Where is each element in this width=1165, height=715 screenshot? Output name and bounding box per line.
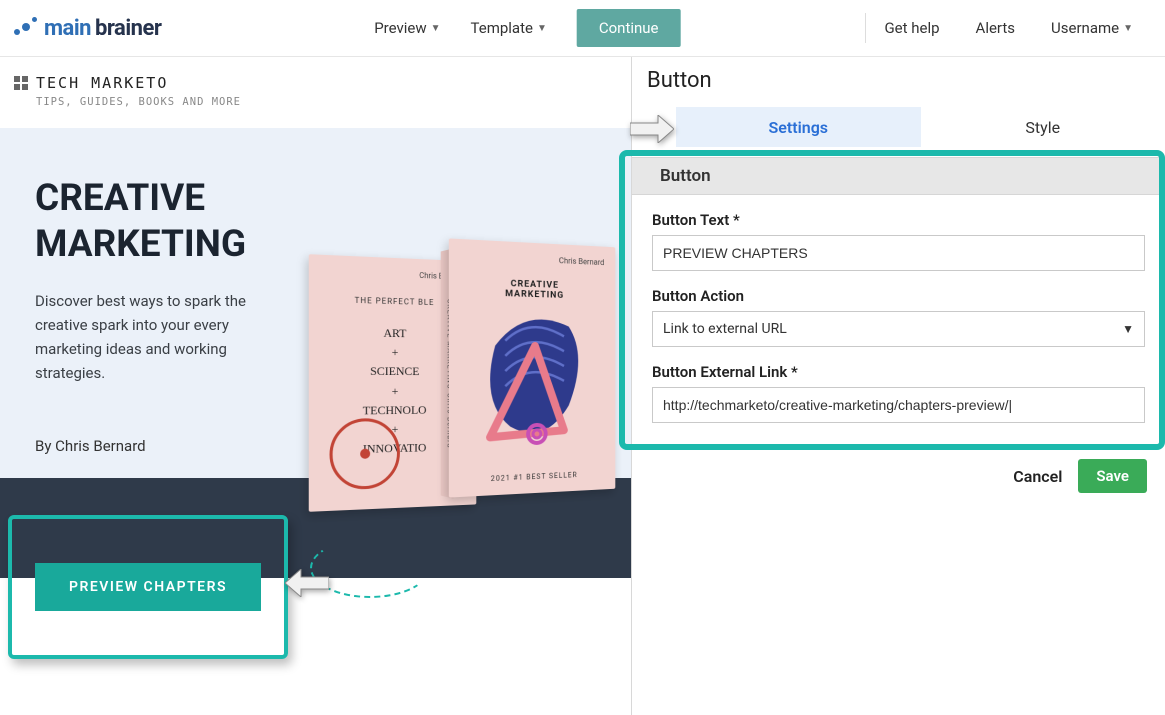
save-button[interactable]: Save [1078, 459, 1147, 493]
select-value: Link to external URL [663, 321, 787, 337]
caret-down-icon: ▼ [537, 23, 547, 34]
caret-down-icon: ▼ [1122, 322, 1134, 336]
settings-form: Button Button Text * Button Action Link … [632, 157, 1165, 437]
caret-down-icon: ▼ [431, 23, 441, 34]
tab-settings[interactable]: Settings [676, 107, 921, 147]
template-label: Template [471, 19, 533, 37]
tab-style[interactable]: Style [921, 107, 1165, 147]
get-help-link[interactable]: Get help [866, 15, 957, 41]
book1-heading: THE PERFECT BLE [355, 296, 435, 307]
username-dropdown[interactable]: Username ▼ [1033, 15, 1151, 41]
label-button-link: Button External Link * [652, 363, 1145, 381]
input-button-text[interactable] [652, 235, 1145, 271]
select-button-action[interactable]: Link to external URL ▼ [652, 311, 1145, 347]
panel-title: Button [632, 57, 1165, 107]
logo[interactable]: mainbrainer [14, 16, 161, 41]
hero-author: By Chris Bernard [35, 437, 290, 455]
username-label: Username [1051, 19, 1119, 37]
input-button-link[interactable] [652, 387, 1145, 423]
section-heading-button: Button [632, 157, 1165, 195]
preview-chapters-button[interactable]: PREVIEW CHAPTERS [35, 563, 261, 611]
book2-bestseller: 2021 #1 BEST SELLER [491, 471, 578, 483]
book2-title: CREATIVEMARKETING [505, 279, 564, 301]
main-area: TECH MARKETO TIPS, GUIDES, BOOKS AND MOR… [0, 57, 1165, 715]
caret-down-icon: ▼ [1123, 23, 1133, 34]
top-nav-center: Preview ▼ Template ▼ Continue [374, 9, 680, 47]
panel-tabs: Settings Style [632, 107, 1165, 147]
properties-panel: Button Settings Style Button Button Text… [632, 57, 1165, 715]
label-button-text: Button Text * [652, 211, 1145, 229]
logo-dots-icon [14, 17, 40, 39]
template-dropdown[interactable]: Template ▼ [471, 19, 547, 37]
hero-title: CREATIVE MARKETING [35, 176, 290, 269]
book-right: Chris Bernard CREATIVEMARKETING 2021 #1 … [449, 238, 615, 497]
top-nav-right: Get help Alerts Username ▼ [865, 13, 1151, 43]
preview-label: Preview [374, 19, 426, 37]
logo-text-main: main [44, 16, 91, 41]
alerts-link[interactable]: Alerts [958, 15, 1034, 41]
preview-dropdown[interactable]: Preview ▼ [374, 19, 440, 37]
annotation-arrow-settings-icon [630, 115, 674, 147]
panel-actions: Cancel Save [632, 437, 1165, 493]
grid-icon [14, 76, 28, 90]
preview-canvas: TECH MARKETO TIPS, GUIDES, BOOKS AND MOR… [0, 57, 632, 715]
logo-text-second: brainer [95, 16, 161, 41]
ring-icon [330, 418, 400, 490]
annotation-arrow-left-icon [285, 569, 329, 601]
continue-button[interactable]: Continue [577, 9, 681, 47]
book-author: Chris Bernard [559, 256, 604, 267]
label-button-action: Button Action [652, 287, 1145, 305]
hero-description: Discover best ways to spark the creative… [35, 289, 290, 385]
abstract-art-icon [475, 304, 592, 458]
brand-name: TECH MARKETO [36, 74, 168, 92]
hero-section: CREATIVE MARKETING Discover best ways to… [0, 128, 631, 578]
hero-content: CREATIVE MARKETING Discover best ways to… [0, 128, 290, 455]
brand-tagline: TIPS, GUIDES, BOOKS AND MORE [36, 96, 631, 108]
top-bar: mainbrainer Preview ▼ Template ▼ Continu… [0, 0, 1165, 57]
cancel-button[interactable]: Cancel [1013, 467, 1062, 486]
book-mockup: Chris Bernard THE PERFECT BLE ART + SCIE… [300, 228, 620, 578]
brand-header: TECH MARKETO TIPS, GUIDES, BOOKS AND MOR… [0, 57, 631, 128]
